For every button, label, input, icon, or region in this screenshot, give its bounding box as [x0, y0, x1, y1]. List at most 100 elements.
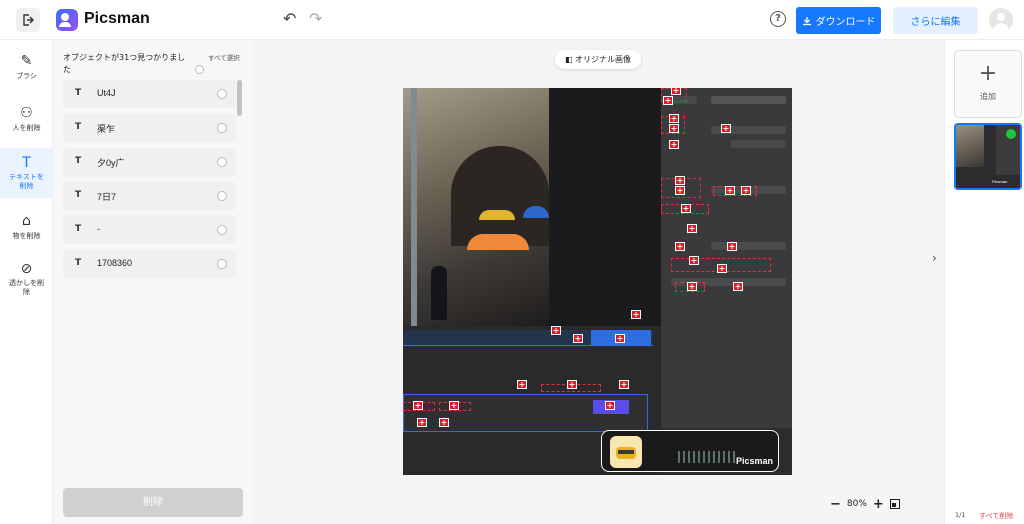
select-all-label[interactable]: すべて選択: [208, 54, 242, 63]
removal-marker[interactable]: +: [551, 326, 561, 335]
person-icon: ⚇: [20, 105, 33, 121]
list-item[interactable]: T 1708360: [63, 250, 236, 278]
tool-label: 物を削除: [12, 232, 41, 240]
removal-marker[interactable]: +: [449, 401, 459, 410]
removal-marker[interactable]: +: [669, 140, 679, 149]
app-logo: [56, 9, 78, 31]
object-radio[interactable]: [217, 225, 227, 235]
edited-image[interactable]: + + + + + + + + + + + + + + + + + + + + …: [403, 88, 792, 475]
original-image-button[interactable]: ◧ オリジナル画像: [555, 50, 641, 69]
removal-marker[interactable]: +: [573, 334, 583, 343]
removal-marker[interactable]: +: [605, 401, 615, 410]
image-thumbnail[interactable]: Picsman: [954, 123, 1022, 190]
removal-marker[interactable]: +: [721, 124, 731, 133]
removal-marker[interactable]: +: [675, 242, 685, 251]
removal-marker[interactable]: +: [669, 114, 679, 123]
list-item[interactable]: T 7日7: [63, 182, 236, 210]
list-item[interactable]: T 夕0y广: [63, 148, 236, 176]
text-type-icon: T: [75, 258, 82, 268]
removal-marker[interactable]: +: [733, 282, 743, 291]
removal-marker[interactable]: +: [615, 334, 625, 343]
removal-marker[interactable]: +: [727, 242, 737, 251]
removal-marker[interactable]: +: [567, 380, 577, 389]
exit-icon: [23, 14, 34, 26]
tool-remove-object[interactable]: ⌂ 物を削除: [0, 214, 53, 254]
removal-marker[interactable]: +: [717, 264, 727, 273]
tool-remove-person[interactable]: ⚇ 人を削除: [0, 106, 53, 146]
removal-marker[interactable]: +: [413, 401, 423, 410]
bag-icon: ⌂: [22, 213, 31, 229]
redo-icon[interactable]: ↷: [309, 11, 322, 27]
removal-marker[interactable]: +: [663, 96, 673, 105]
removal-marker[interactable]: +: [689, 256, 699, 265]
add-label: 追加: [980, 92, 996, 101]
help-icon[interactable]: ?: [770, 11, 786, 27]
text-type-icon: T: [75, 156, 82, 166]
chevron-right-icon[interactable]: ›: [932, 251, 937, 265]
removal-marker[interactable]: +: [741, 186, 751, 195]
zoom-level: 80%: [846, 499, 867, 509]
canvas-area: ◧ オリジナル画像 + + + + + + + + + + + + + + + …: [253, 40, 953, 524]
removal-marker[interactable]: +: [417, 418, 427, 427]
watermark-text: Picsman: [735, 456, 773, 466]
removal-marker[interactable]: +: [619, 380, 629, 389]
tool-label: 人を削除: [12, 124, 41, 132]
download-button[interactable]: ダウンロード: [796, 7, 881, 34]
tool-remove-text[interactable]: T テキストを削除: [0, 148, 53, 198]
app-name: Picsman: [84, 10, 150, 27]
original-image-label: オリジナル画像: [575, 55, 632, 64]
removal-marker[interactable]: +: [675, 186, 685, 195]
text-type-icon: T: [75, 122, 82, 132]
tool-label: 透かしを削除: [9, 279, 44, 296]
removal-marker[interactable]: +: [725, 186, 735, 195]
removal-marker[interactable]: +: [681, 204, 691, 213]
text-icon: T: [22, 155, 31, 171]
object-radio[interactable]: [217, 259, 227, 269]
undo-icon[interactable]: ↶: [283, 11, 296, 27]
delete-all-button[interactable]: すべて削除: [979, 511, 1013, 521]
download-icon: [802, 16, 811, 25]
removal-marker[interactable]: +: [631, 310, 641, 319]
removal-marker[interactable]: +: [675, 176, 685, 185]
removal-marker[interactable]: +: [517, 380, 527, 389]
watermark-icon: ⊘: [20, 261, 33, 277]
tool-remove-watermark[interactable]: ⊘ 透かしを削除: [0, 262, 53, 312]
removal-marker[interactable]: +: [439, 418, 449, 427]
removal-marker[interactable]: +: [687, 282, 697, 291]
removal-marker[interactable]: +: [687, 224, 697, 233]
tool-label: テキストを削除: [9, 173, 44, 190]
list-scrollbar[interactable]: [237, 80, 242, 116]
zoom-out-icon[interactable]: −: [830, 498, 841, 511]
removal-marker[interactable]: +: [671, 88, 681, 95]
thumbnail-rail: + 追加 Picsman 1/1 すべて削除: [944, 40, 1024, 524]
delete-button[interactable]: 削除: [63, 488, 243, 517]
text-type-icon: T: [75, 88, 82, 98]
fit-screen-icon[interactable]: [889, 499, 900, 509]
object-text: 渠乍: [97, 124, 116, 134]
object-radio[interactable]: [217, 157, 227, 167]
object-text: 7日7: [97, 192, 117, 202]
object-radio[interactable]: [217, 191, 227, 201]
object-panel: オブジェクトが31つ見つかりました すべて選択 T Ut4J T 渠乍 T 夕0…: [53, 40, 253, 524]
compare-icon: ◧: [564, 55, 573, 64]
tool-rail: ✎ ブラシ ⚇ 人を削除 T テキストを削除 ⌂ 物を削除 ⊘ 透かしを削除: [0, 40, 53, 524]
tool-brush[interactable]: ✎ ブラシ: [0, 54, 53, 94]
object-text: -: [97, 224, 100, 234]
select-all-radio[interactable]: [195, 65, 204, 74]
add-image-button[interactable]: + 追加: [954, 50, 1022, 118]
more-edit-button[interactable]: さらに編集: [893, 7, 978, 34]
top-bar: Picsman ↶ ↷ ? ダウンロード さらに編集: [0, 0, 1024, 40]
exit-button[interactable]: [16, 8, 40, 32]
object-radio[interactable]: [217, 89, 227, 99]
zoom-in-icon[interactable]: +: [873, 498, 884, 511]
list-item[interactable]: T Ut4J: [63, 80, 236, 108]
brush-icon: ✎: [20, 53, 33, 69]
zoom-control: − 80% +: [830, 495, 912, 513]
download-label: ダウンロード: [815, 17, 876, 28]
list-item[interactable]: T -: [63, 216, 236, 244]
object-radio[interactable]: [217, 123, 227, 133]
text-type-icon: T: [75, 224, 82, 234]
list-item[interactable]: T 渠乍: [63, 114, 236, 142]
removal-marker[interactable]: +: [669, 124, 679, 133]
avatar[interactable]: [989, 8, 1013, 32]
